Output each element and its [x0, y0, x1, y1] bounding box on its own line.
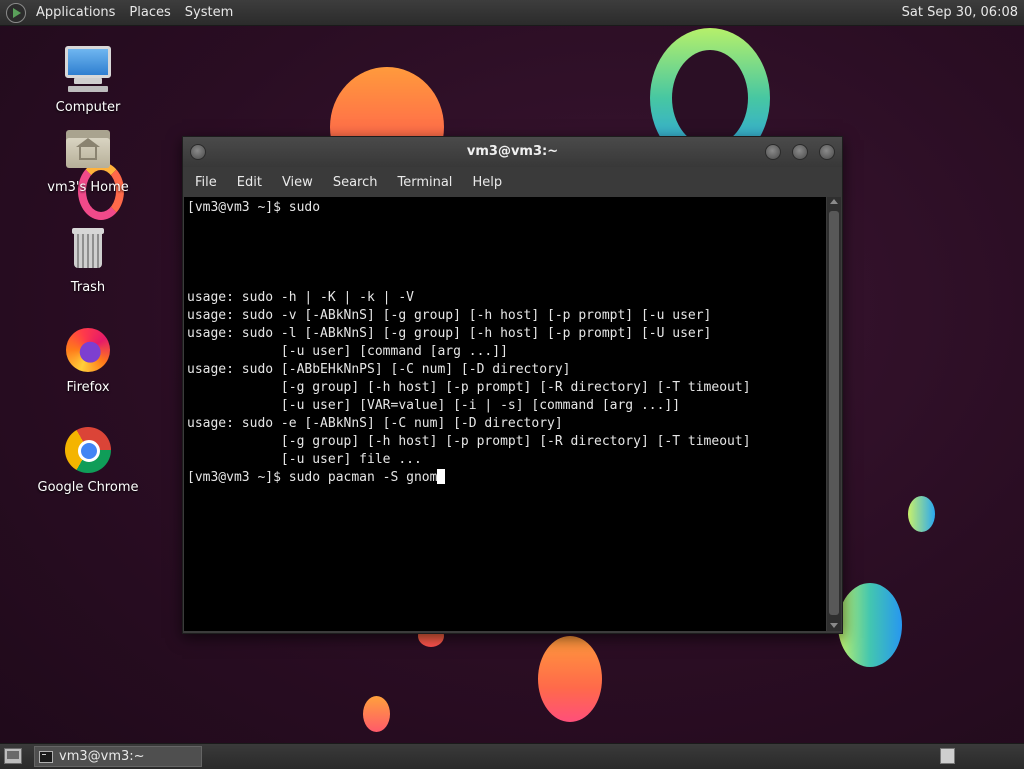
- chrome-icon: [64, 426, 112, 474]
- menu-edit[interactable]: Edit: [225, 175, 270, 190]
- workspace-switcher[interactable]: [940, 748, 955, 764]
- desktop-icon-chrome[interactable]: Google Chrome: [28, 426, 148, 495]
- desktop-icon-computer[interactable]: Computer: [28, 46, 148, 115]
- home-folder-icon: [64, 126, 112, 174]
- menu-applications[interactable]: Applications: [30, 0, 123, 25]
- desktop-icon-firefox[interactable]: Firefox: [28, 326, 148, 395]
- terminal-line: usage: sudo -l [-ABkNnS] [-g group] [-h …: [187, 326, 712, 341]
- wallpaper-shape: [538, 636, 602, 722]
- desktop-icon-label: Trash: [70, 280, 106, 295]
- wallpaper-shape: [838, 583, 902, 667]
- firefox-icon: [64, 326, 112, 374]
- terminal-line: usage: sudo -h | -K | -k | -V: [187, 290, 414, 305]
- terminal-menubar: File Edit View Search Terminal Help: [183, 167, 842, 197]
- wallpaper-shape: [908, 496, 935, 532]
- terminal-input-line[interactable]: [vm3@vm3 ~]$ sudo pacman -S gnom: [187, 470, 437, 485]
- terminal-line: [-u user] file ...: [187, 452, 422, 467]
- desktop-icon-label: Computer: [55, 100, 121, 115]
- terminal-line: [-u user] [VAR=value] [-i | -s] [command…: [187, 398, 681, 413]
- scrollbar-thumb[interactable]: [829, 211, 839, 615]
- show-desktop-icon[interactable]: [4, 748, 22, 764]
- terminal-line: usage: sudo -v [-ABkNnS] [-g group] [-h …: [187, 308, 712, 323]
- trash-icon: [64, 226, 112, 274]
- applications-logo-icon[interactable]: [6, 2, 26, 23]
- taskbar-button-terminal[interactable]: vm3@vm3:~: [34, 746, 202, 767]
- terminal-output[interactable]: [vm3@vm3 ~]$ sudo usage: sudo -h | -K | …: [184, 197, 826, 631]
- scroll-up-icon[interactable]: [830, 199, 838, 204]
- desktop-icon-label: Firefox: [66, 380, 110, 395]
- menu-help[interactable]: Help: [460, 175, 510, 190]
- terminal-line: usage: sudo [-ABbEHkNnPS] [-C num] [-D d…: [187, 362, 571, 377]
- terminal-icon: [39, 750, 53, 763]
- menu-places[interactable]: Places: [123, 0, 178, 25]
- top-panel: Applications Places System Sat Sep 30, 0…: [0, 0, 1024, 26]
- scroll-down-icon[interactable]: [830, 623, 838, 628]
- text-cursor: [437, 469, 446, 484]
- desktop-icon-label: vm3's Home: [47, 180, 129, 195]
- wallpaper-shape: [363, 696, 390, 732]
- desktop-icon-label: Google Chrome: [37, 480, 139, 495]
- desktop-icon-trash[interactable]: Trash: [28, 226, 148, 295]
- terminal-window[interactable]: vm3@vm3:~ File Edit View Search Terminal…: [182, 136, 843, 634]
- maximize-button[interactable]: [792, 144, 808, 160]
- menu-search[interactable]: Search: [321, 175, 386, 190]
- bottom-panel: vm3@vm3:~: [0, 743, 1024, 769]
- close-button[interactable]: [819, 144, 835, 160]
- menu-system[interactable]: System: [179, 0, 241, 25]
- menu-file[interactable]: File: [183, 175, 225, 190]
- minimize-button[interactable]: [765, 144, 781, 160]
- terminal-line: usage: sudo -e [-ABkNnS] [-C num] [-D di…: [187, 416, 563, 431]
- window-title: vm3@vm3:~: [466, 144, 559, 159]
- computer-icon: [64, 46, 112, 94]
- menu-terminal[interactable]: Terminal: [385, 175, 460, 190]
- terminal-line: [vm3@vm3 ~]$ sudo: [187, 200, 321, 215]
- window-titlebar[interactable]: vm3@vm3:~: [183, 137, 842, 167]
- taskbar-button-label: vm3@vm3:~: [59, 749, 145, 764]
- terminal-line: [-u user] [command [arg ...]]: [187, 344, 508, 359]
- clock[interactable]: Sat Sep 30, 06:08: [902, 5, 1024, 20]
- desktop-icon-home[interactable]: vm3's Home: [28, 126, 148, 195]
- terminal-line: [-g group] [-h host] [-p prompt] [-R dir…: [187, 434, 751, 449]
- menu-view[interactable]: View: [270, 175, 321, 190]
- top-menu: Applications Places System: [0, 0, 241, 25]
- terminal-line: [-g group] [-h host] [-p prompt] [-R dir…: [187, 380, 751, 395]
- terminal-scrollbar[interactable]: [827, 197, 841, 631]
